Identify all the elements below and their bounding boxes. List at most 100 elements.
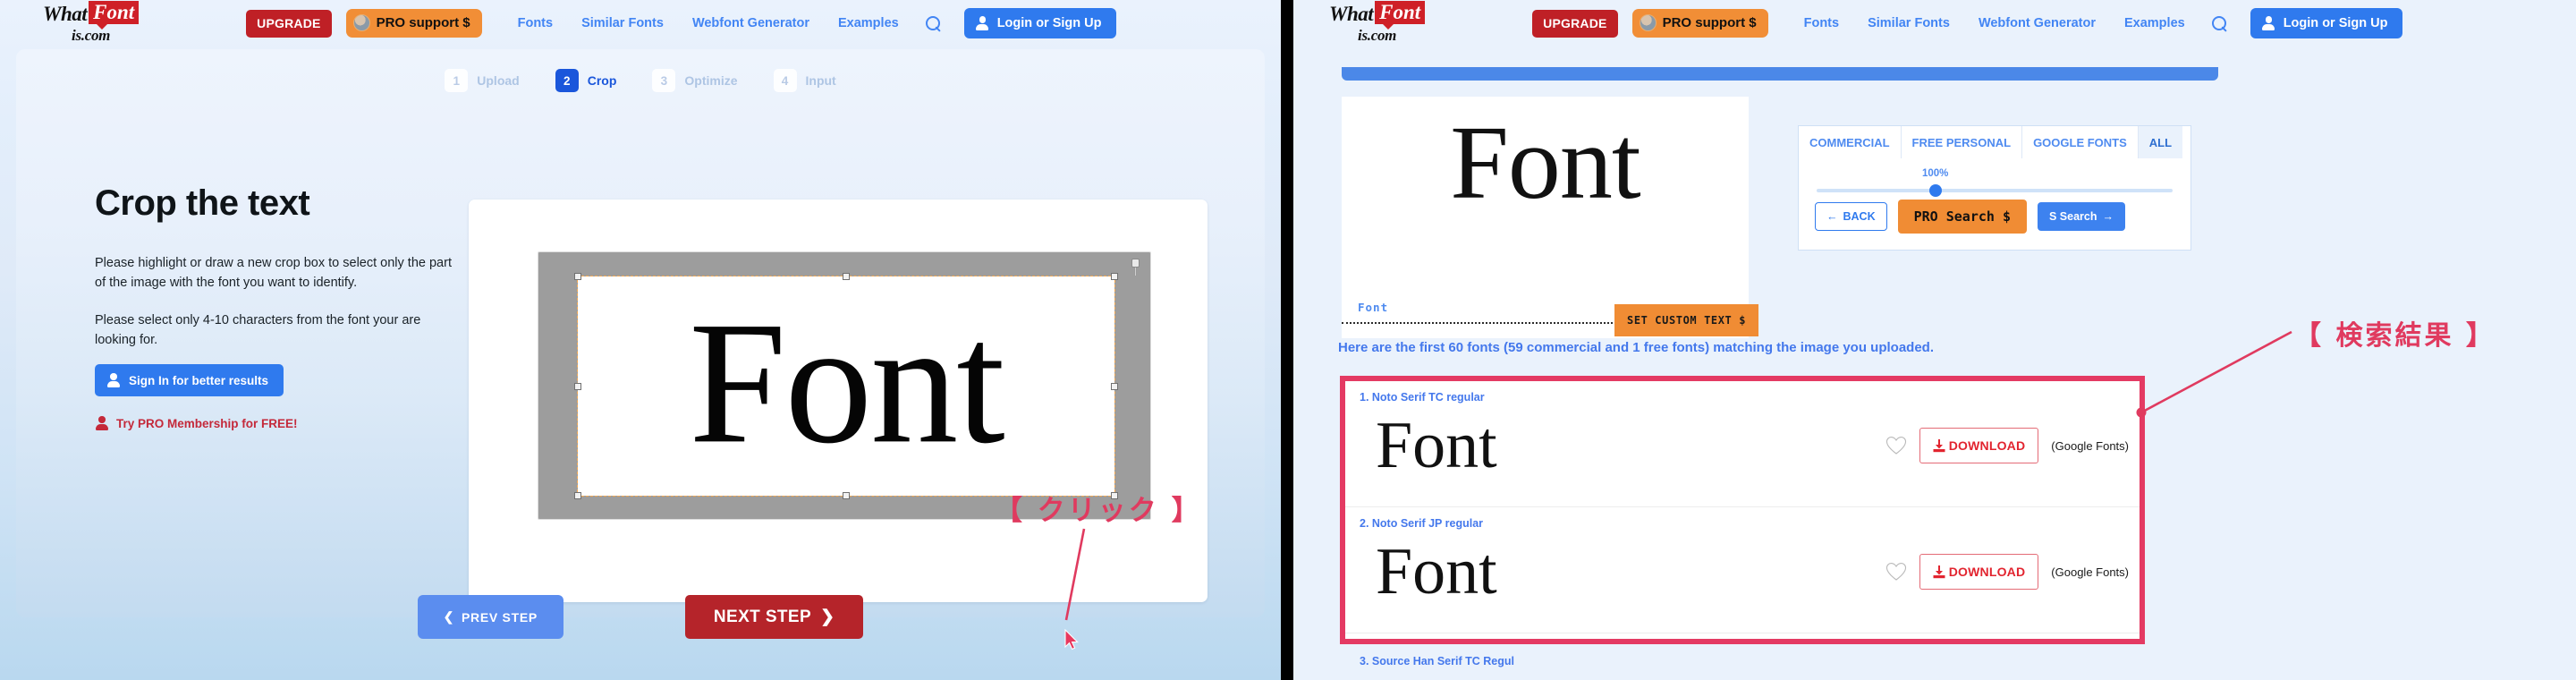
- left-browser-panel: What Font is.com UPGRADE PRO support $ F…: [0, 0, 1281, 680]
- pro-support-avatar-icon: [352, 14, 370, 31]
- crop-handle-s[interactable]: [843, 492, 850, 499]
- left-site-header: What Font is.com UPGRADE PRO support $ F…: [0, 0, 1281, 47]
- crop-handle-nw[interactable]: [574, 273, 581, 280]
- tab-free-personal[interactable]: FREE PERSONAL: [1901, 126, 2023, 158]
- step-upload-label: Upload: [477, 73, 520, 88]
- logo-what-text: What: [43, 3, 88, 25]
- pro-support-label: PRO support $: [376, 15, 470, 30]
- result-font-name[interactable]: 1. Noto Serif TC regular: [1360, 391, 1485, 404]
- thumbtack-icon: [1131, 259, 1140, 276]
- prev-step-label: PREV STEP: [462, 609, 538, 625]
- s-search-label: S Search: [2048, 210, 2097, 223]
- heart-icon[interactable]: [1885, 436, 1907, 455]
- pro-support-button[interactable]: PRO support $: [345, 9, 482, 38]
- license-filter-tabs: COMMERCIAL FREE PERSONAL GOOGLE FONTS AL…: [1799, 126, 2190, 158]
- step-indicator: 1 Upload 2 Crop 3 Optimize 4 Input: [16, 49, 1265, 92]
- s-search-button[interactable]: S Search →: [2037, 202, 2125, 231]
- crop-handle-sw[interactable]: [574, 492, 581, 499]
- instruction-paragraph-2: Please select only 4-10 characters from …: [95, 313, 421, 348]
- nav-webfont-generator[interactable]: Webfont Generator: [692, 16, 809, 30]
- step-optimize[interactable]: 3 Optimize: [652, 69, 738, 92]
- tab-google-fonts[interactable]: GOOGLE FONTS: [2022, 126, 2139, 158]
- try-pro-membership-link[interactable]: Try PRO Membership for FREE!: [95, 416, 298, 431]
- annotation-click-arrow: [1064, 528, 1086, 621]
- login-button[interactable]: Login or Sign Up: [963, 8, 1116, 38]
- site-logo[interactable]: What Font is.com: [43, 1, 140, 43]
- step-input[interactable]: 4 Input: [773, 69, 836, 92]
- slider-value-label: 100%: [1922, 168, 1949, 179]
- heart-icon[interactable]: [1885, 562, 1907, 582]
- try-pro-label: Try PRO Membership for FREE!: [116, 416, 298, 430]
- preview-sample-text: Font: [1450, 104, 1640, 221]
- next-step-button[interactable]: NEXT STEP ❯: [684, 595, 864, 639]
- back-label: BACK: [1843, 210, 1876, 223]
- nav-similar-fonts[interactable]: Similar Fonts: [1868, 16, 1950, 30]
- download-label: DOWNLOAD: [1948, 438, 2026, 453]
- table-row[interactable]: 2. Noto Serif JP regular Font DOWNLOAD (…: [1345, 507, 2140, 633]
- nav-similar-fonts[interactable]: Similar Fonts: [581, 16, 664, 30]
- panel-divider: [1281, 0, 1293, 680]
- tab-commercial[interactable]: COMMERCIAL: [1799, 126, 1902, 158]
- prev-step-button[interactable]: ❮ PREV STEP: [417, 595, 564, 639]
- back-button[interactable]: ← BACK: [1815, 202, 1887, 231]
- search-icon[interactable]: [2211, 15, 2227, 31]
- download-icon: [1933, 438, 1945, 452]
- logo-font-badge: Font: [89, 1, 140, 30]
- crop-sample-text: Font: [689, 285, 1004, 480]
- filter-action-buttons: ← BACK PRO Search $ S Search →: [1815, 200, 2125, 234]
- banner-clip-mask: [1342, 47, 2218, 67]
- step-crop[interactable]: 2 Crop: [555, 69, 616, 92]
- step-input-number: 4: [773, 69, 797, 92]
- search-icon[interactable]: [925, 15, 941, 31]
- user-icon: [2262, 16, 2275, 30]
- download-icon: [1933, 565, 1945, 578]
- annotation-search-results: 【 検索結果 】: [2294, 320, 2496, 352]
- sign-in-button[interactable]: Sign In for better results: [95, 364, 284, 397]
- table-row[interactable]: 1. Noto Serif TC regular Font DOWNLOAD (…: [1345, 381, 2140, 507]
- slider-track[interactable]: [1817, 189, 2173, 192]
- step-upload[interactable]: 1 Upload: [445, 69, 520, 92]
- nav-examples[interactable]: Examples: [838, 16, 899, 30]
- next-step-label: NEXT STEP: [713, 607, 812, 626]
- result-font-name[interactable]: 3. Source Han Serif TC Regul: [1360, 655, 1514, 667]
- step-optimize-label: Optimize: [684, 73, 738, 88]
- login-button[interactable]: Login or Sign Up: [2250, 8, 2402, 38]
- user-icon: [976, 16, 989, 30]
- nav-examples[interactable]: Examples: [2124, 16, 2185, 30]
- screenshot-stage: What Font is.com UPGRADE PRO support $ F…: [0, 0, 2576, 680]
- crop-handle-w[interactable]: [574, 382, 581, 390]
- uploaded-image-preview: Font Font: [1342, 97, 1749, 338]
- preview-caption: Font: [1358, 301, 1389, 314]
- annotation-click: 【 クリック 】: [995, 495, 1202, 527]
- step-optimize-number: 3: [652, 69, 676, 92]
- slider-knob[interactable]: [1929, 184, 1942, 197]
- user-icon: [95, 416, 108, 431]
- annotation-result-arrow: [2136, 330, 2292, 418]
- set-custom-text-button[interactable]: SET CUSTOM TEXT $: [1614, 304, 1759, 336]
- download-label: DOWNLOAD: [1948, 565, 2026, 579]
- nav-webfont-generator[interactable]: Webfont Generator: [1979, 16, 2096, 30]
- download-button[interactable]: DOWNLOAD: [1919, 428, 2039, 463]
- instruction-paragraph-1: Please highlight or draw a new crop box …: [95, 256, 452, 291]
- crop-selection-box[interactable]: Font: [574, 273, 1118, 499]
- chevron-right-icon: ❯: [820, 608, 835, 626]
- result-source-note: (Google Fonts): [2051, 438, 2129, 453]
- upgrade-button[interactable]: UPGRADE: [246, 9, 332, 38]
- crop-source-image[interactable]: Font: [538, 251, 1151, 520]
- crop-handle-n[interactable]: [843, 273, 850, 280]
- site-logo[interactable]: What Font is.com: [1329, 1, 1426, 43]
- right-site-header: What Font is.com UPGRADE PRO support $ F…: [1293, 0, 2576, 47]
- mouse-cursor: [1064, 629, 1079, 650]
- tab-all[interactable]: ALL: [2138, 126, 2183, 158]
- crop-handle-e[interactable]: [1111, 382, 1118, 390]
- logo-what-text: What: [1329, 3, 1374, 25]
- nav-fonts[interactable]: Fonts: [518, 16, 553, 30]
- download-button[interactable]: DOWNLOAD: [1919, 554, 2039, 590]
- login-label: Login or Sign Up: [996, 16, 1102, 30]
- upgrade-button[interactable]: UPGRADE: [1532, 9, 1618, 38]
- nav-fonts[interactable]: Fonts: [1804, 16, 1839, 30]
- pro-support-button[interactable]: PRO support $: [1631, 9, 1768, 38]
- result-font-name[interactable]: 2. Noto Serif JP regular: [1360, 517, 1483, 530]
- crop-handle-ne[interactable]: [1111, 273, 1118, 280]
- pro-search-button[interactable]: PRO Search $: [1897, 200, 2027, 234]
